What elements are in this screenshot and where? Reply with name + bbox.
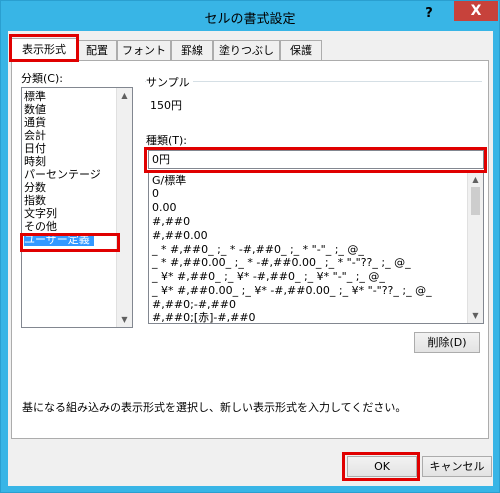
scroll-down-icon[interactable]: ▼ bbox=[117, 312, 132, 327]
format-item[interactable]: #,##0;[赤]-#,##0 bbox=[152, 311, 256, 323]
format-item[interactable]: #,##0;-#,##0 bbox=[152, 298, 236, 311]
close-button[interactable]: X bbox=[454, 1, 498, 21]
tab-border[interactable]: 罫線 bbox=[171, 40, 213, 61]
ok-button[interactable]: OK bbox=[347, 456, 417, 477]
category-item[interactable]: パーセンテージ bbox=[24, 168, 101, 181]
format-item[interactable]: _ ¥* #,##0_ ;_ ¥* -#,##0_ ;_ ¥* "-"_ ;_ … bbox=[152, 270, 385, 283]
category-item[interactable]: 文字列 bbox=[24, 207, 57, 220]
scroll-thumb[interactable] bbox=[471, 187, 480, 215]
title-bar[interactable]: セルの書式設定 ? X bbox=[1, 1, 499, 31]
scroll-up-icon[interactable]: ▲ bbox=[468, 172, 483, 187]
sample-label: サンプル bbox=[146, 74, 193, 90]
format-item[interactable]: _ ¥* #,##0.00_ ;_ ¥* -#,##0.00_ ;_ ¥* "-… bbox=[152, 284, 432, 297]
category-scrollbar[interactable]: ▲ ▼ bbox=[116, 88, 132, 327]
format-item[interactable]: #,##0 bbox=[152, 215, 190, 228]
format-item[interactable]: _ * #,##0_ ;_ * -#,##0_ ;_ * "-"_ ;_ @_ bbox=[152, 243, 364, 256]
tab-number-format[interactable]: 表示形式 bbox=[11, 38, 77, 62]
help-button[interactable]: ? bbox=[420, 5, 438, 23]
dialog-body: 表示形式 配置 フォント 罫線 塗りつぶし 保護 分類(C): 標準 数値 通貨… bbox=[8, 31, 493, 486]
number-format-panel: 分類(C): 標準 数値 通貨 会計 日付 時刻 パーセンテージ 分数 指数 文… bbox=[11, 60, 489, 439]
category-item[interactable]: 日付 bbox=[24, 142, 46, 155]
category-item[interactable]: 標準 bbox=[24, 90, 46, 103]
scroll-up-icon[interactable]: ▲ bbox=[117, 88, 132, 103]
category-item-selected[interactable]: ユーザー定義 bbox=[24, 233, 94, 246]
sample-group bbox=[145, 81, 482, 123]
scroll-down-icon[interactable]: ▼ bbox=[468, 308, 483, 323]
cancel-button[interactable]: キャンセル bbox=[422, 456, 492, 477]
category-item[interactable]: 分数 bbox=[24, 181, 46, 194]
category-label: 分類(C): bbox=[21, 72, 63, 85]
tab-fill[interactable]: 塗りつぶし bbox=[213, 40, 280, 61]
format-item[interactable]: 0.00 bbox=[152, 201, 177, 214]
tab-protection[interactable]: 保護 bbox=[280, 40, 322, 61]
format-item[interactable]: #,##0.00 bbox=[152, 229, 208, 242]
type-input[interactable]: 0円 bbox=[148, 150, 484, 169]
format-item[interactable]: G/標準 bbox=[152, 174, 186, 187]
delete-button[interactable]: 削除(D) bbox=[414, 332, 480, 353]
category-item[interactable]: 指数 bbox=[24, 194, 46, 207]
category-list[interactable]: 標準 数値 通貨 会計 日付 時刻 パーセンテージ 分数 指数 文字列 その他 … bbox=[21, 87, 133, 328]
type-label: 種類(T): bbox=[146, 134, 188, 147]
description-text: 基になる組み込みの表示形式を選択し、新しい表示形式を入力してください。 bbox=[22, 401, 407, 414]
format-scrollbar[interactable]: ▲ ▼ bbox=[467, 172, 483, 323]
format-list[interactable]: G/標準 0 0.00 #,##0 #,##0.00 _ * #,##0_ ;_… bbox=[148, 171, 484, 324]
category-item[interactable]: 数値 bbox=[24, 103, 46, 116]
format-item[interactable]: _ * #,##0.00_ ;_ * -#,##0.00_ ;_ * "-"??… bbox=[152, 256, 411, 269]
category-item[interactable]: 通貨 bbox=[24, 116, 46, 129]
tab-font[interactable]: フォント bbox=[117, 40, 171, 61]
tab-alignment[interactable]: 配置 bbox=[77, 40, 117, 61]
format-item[interactable]: 0 bbox=[152, 187, 159, 200]
category-item[interactable]: その他 bbox=[24, 220, 57, 233]
format-cells-dialog: セルの書式設定 ? X 表示形式 配置 フォント 罫線 塗りつぶし 保護 分類(… bbox=[0, 0, 500, 493]
category-item[interactable]: 時刻 bbox=[24, 155, 46, 168]
sample-value: 150円 bbox=[150, 99, 182, 112]
category-item[interactable]: 会計 bbox=[24, 129, 46, 142]
